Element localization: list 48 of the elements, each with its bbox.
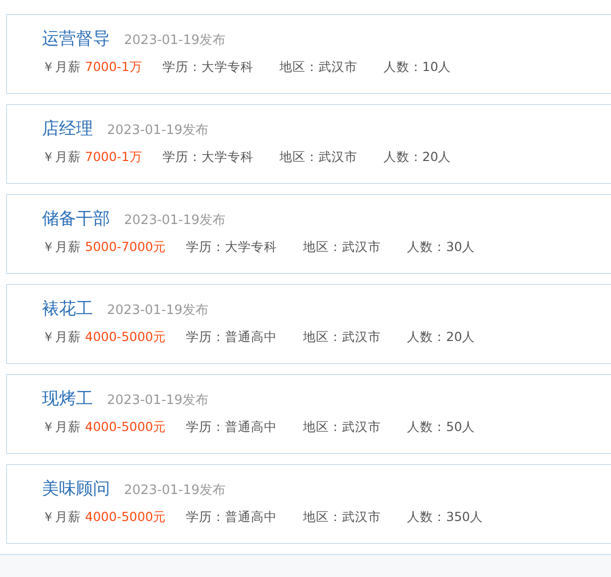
headcount-text: 人数：20人 xyxy=(383,149,452,166)
publish-date: 2023-01-19发布 xyxy=(107,392,209,409)
job-card[interactable]: 美味顾问 2023-01-19发布 ￥月薪 4000-5000元 学历：普通高中 地区：武汉市 人数：350人 xyxy=(6,464,611,544)
headcount-text: 人数：10人 xyxy=(383,59,452,76)
education-text: 学历：大学专科 xyxy=(186,239,278,256)
region-text: 地区：武汉市 xyxy=(303,509,382,526)
education-text: 学历：大学专科 xyxy=(162,59,254,76)
region-text: 地区：武汉市 xyxy=(279,59,358,76)
region-text: 地区：武汉市 xyxy=(303,329,382,346)
region-text: 地区：武汉市 xyxy=(303,239,382,256)
publish-date: 2023-01-19发布 xyxy=(107,122,209,139)
salary-label: ￥月薪 xyxy=(42,329,81,346)
salary-label: ￥月薪 xyxy=(42,149,81,166)
region-text: 地区：武汉市 xyxy=(303,419,382,436)
salary-range: 7000-1万 xyxy=(85,149,142,166)
job-title[interactable]: 裱花工 xyxy=(42,297,93,320)
job-title[interactable]: 运营督导 xyxy=(42,27,110,50)
education-text: 学历：大学专科 xyxy=(162,149,254,166)
job-title[interactable]: 美味顾问 xyxy=(42,477,110,500)
job-card[interactable]: 裱花工 2023-01-19发布 ￥月薪 4000-5000元 学历：普通高中 地区：武汉市 人数：20人 xyxy=(6,284,611,364)
education-text: 学历：普通高中 xyxy=(186,509,278,526)
headcount-text: 人数：20人 xyxy=(407,329,476,346)
headcount-text: 人数：30人 xyxy=(407,239,476,256)
salary-range: 7000-1万 xyxy=(85,59,142,76)
education-text: 学历：普通高中 xyxy=(186,329,278,346)
publish-date: 2023-01-19发布 xyxy=(124,212,226,229)
headcount-text: 人数：350人 xyxy=(407,509,483,526)
salary-range: 4000-5000元 xyxy=(85,419,166,436)
job-title[interactable]: 现烤工 xyxy=(42,387,93,410)
publish-date: 2023-01-19发布 xyxy=(107,302,209,319)
region-text: 地区：武汉市 xyxy=(279,149,358,166)
salary-range: 5000-7000元 xyxy=(85,239,166,256)
headcount-text: 人数：50人 xyxy=(407,419,476,436)
job-title[interactable]: 店经理 xyxy=(42,117,93,140)
education-text: 学历：普通高中 xyxy=(186,419,278,436)
job-card[interactable]: 店经理 2023-01-19发布 ￥月薪 7000-1万 学历：大学专科 地区：武汉市 人数：20人 xyxy=(6,104,611,184)
salary-label: ￥月薪 xyxy=(42,59,81,76)
job-card[interactable]: 运营督导 2023-01-19发布 ￥月薪 7000-1万 学历：大学专科 地区：武汉市 人数：10人 xyxy=(6,14,611,94)
salary-range: 4000-5000元 xyxy=(85,329,166,346)
job-card[interactable]: 储备干部 2023-01-19发布 ￥月薪 5000-7000元 学历：大学专科 地区：武汉市 人数：30人 xyxy=(6,194,611,274)
job-title[interactable]: 储备干部 xyxy=(42,207,110,230)
salary-label: ￥月薪 xyxy=(42,239,81,256)
salary-label: ￥月薪 xyxy=(42,419,81,436)
publish-date: 2023-01-19发布 xyxy=(124,32,226,49)
job-card[interactable]: 现烤工 2023-01-19发布 ￥月薪 4000-5000元 学历：普通高中 地区：武汉市 人数：50人 xyxy=(6,374,611,454)
salary-range: 4000-5000元 xyxy=(85,509,166,526)
salary-label: ￥月薪 xyxy=(42,509,81,526)
publish-date: 2023-01-19发布 xyxy=(124,482,226,499)
